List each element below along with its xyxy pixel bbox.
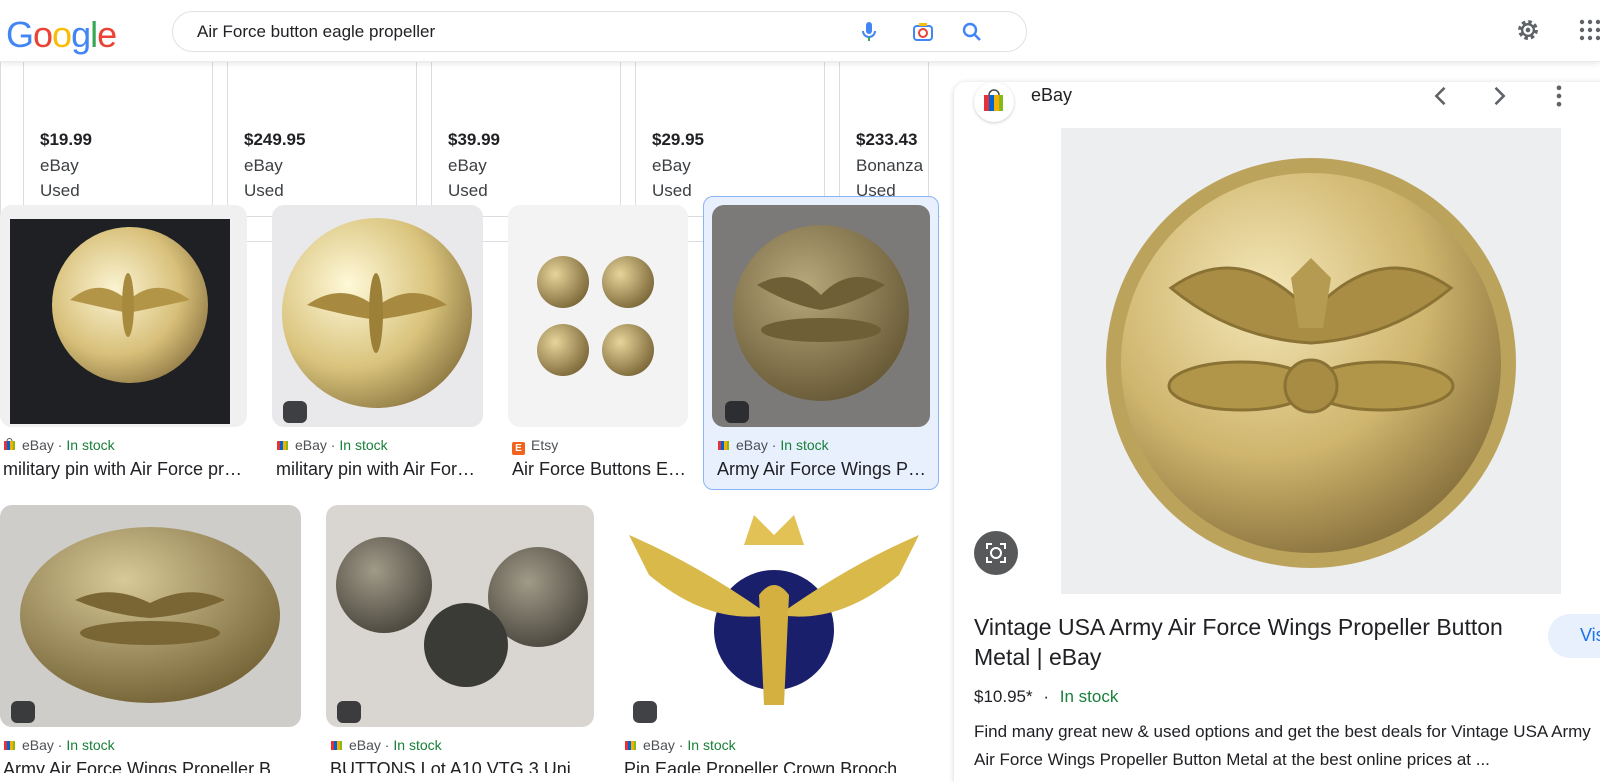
- price-card[interactable]: $29.95 eBay Used: [635, 62, 825, 217]
- stock-status: In stock: [687, 737, 736, 753]
- condition: Used: [40, 181, 80, 200]
- chevron-left-icon[interactable]: [1427, 82, 1455, 110]
- separator: ·: [674, 737, 688, 753]
- ebay-favicon-icon: [717, 438, 730, 451]
- separator: ·: [380, 737, 394, 753]
- result-image[interactable]: [508, 205, 688, 427]
- result-image[interactable]: [0, 205, 247, 427]
- product-tag-icon: [725, 401, 749, 423]
- result-image[interactable]: [326, 505, 594, 727]
- result-image[interactable]: [0, 505, 301, 727]
- result-title[interactable]: Air Force Buttons E…: [512, 459, 687, 480]
- price: $19.99: [40, 130, 92, 149]
- product-tag-icon: [11, 701, 35, 723]
- result-title[interactable]: military pin with Air For…: [276, 459, 481, 480]
- image-results: $19.99 eBay Used $249.95 eBay Used $39.9…: [0, 62, 940, 773]
- stock-status: In stock: [66, 737, 115, 753]
- result-title[interactable]: Army Air Force Wings Propeller But…: [3, 759, 298, 773]
- stock-status: In stock: [393, 737, 442, 753]
- store: eBay: [40, 156, 79, 175]
- source-name: eBay: [349, 737, 381, 753]
- google-apps-icon[interactable]: [1578, 18, 1600, 42]
- separator: ·: [1038, 687, 1054, 706]
- google-logo[interactable]: Google: [6, 14, 117, 56]
- separator: ·: [53, 437, 67, 453]
- separator: ·: [767, 437, 781, 453]
- result-source: eBay · In stock: [276, 437, 388, 453]
- ebay-favicon-icon: [276, 438, 289, 451]
- condition: Used: [448, 181, 488, 200]
- product-tag-icon: [337, 701, 361, 723]
- ebay-favicon-icon: [330, 738, 343, 751]
- price-card[interactable]: $39.99 eBay Used: [431, 62, 621, 217]
- price-card[interactable]: $19.99 eBay Used: [23, 62, 213, 217]
- result-title[interactable]: BUTTONS Lot A10 VTG 3 Unifo…: [330, 759, 592, 773]
- search-box[interactable]: [172, 11, 1027, 52]
- source-name: eBay: [643, 737, 675, 753]
- source-name: eBay: [295, 437, 327, 453]
- result-source: eBay · In stock: [330, 737, 442, 753]
- chevron-right-icon[interactable]: [1485, 82, 1513, 110]
- price: $233.43: [856, 130, 918, 149]
- preview-panel: eBay Vintage USA Army Air Force Wings Pr…: [954, 82, 1600, 782]
- ebay-favicon-icon: [974, 82, 1014, 122]
- more-options-icon[interactable]: [1545, 82, 1573, 110]
- store: eBay: [652, 156, 691, 175]
- preview-price: $10.95*: [974, 687, 1033, 706]
- price-card[interactable]: $249.95 eBay Used: [227, 62, 417, 217]
- preview-stock: In stock: [1059, 687, 1119, 706]
- result-title[interactable]: Pin Eagle Propeller Crown Brooch Ba…: [624, 759, 929, 773]
- condition: Used: [244, 181, 284, 200]
- store: Bonanza: [856, 156, 924, 175]
- price: $29.95: [652, 130, 704, 149]
- product-tag-icon: [633, 701, 657, 723]
- result-title[interactable]: military pin with Air Force pr…: [3, 459, 243, 480]
- ebay-favicon-icon: [624, 738, 637, 751]
- product-tag-icon: [283, 401, 307, 423]
- condition: Used: [652, 181, 692, 200]
- separator: ·: [53, 737, 67, 753]
- price: $39.99: [448, 130, 500, 149]
- price-card[interactable]: $233.43 Bonanza Used: [839, 62, 940, 217]
- result-image[interactable]: [712, 205, 930, 427]
- source-name: eBay: [22, 737, 54, 753]
- stock-status: In stock: [66, 437, 115, 453]
- lens-search-icon[interactable]: [974, 531, 1018, 575]
- result-source: eBay · In stock: [3, 737, 115, 753]
- etsy-favicon-icon: E: [512, 442, 525, 455]
- search-input[interactable]: [197, 12, 837, 51]
- stock-status: In stock: [339, 437, 388, 453]
- price: $249.95: [244, 130, 306, 149]
- store: eBay: [244, 156, 283, 175]
- settings-gear-icon[interactable]: [1514, 16, 1542, 44]
- store: eBay: [448, 156, 487, 175]
- camera-search-icon[interactable]: [910, 20, 936, 44]
- preview-price-line: $10.95* · In stock: [974, 687, 1118, 707]
- product-tag-icon: [11, 401, 35, 423]
- result-source: eBay · In stock: [717, 437, 829, 453]
- source-name: eBay: [736, 437, 768, 453]
- preview-source[interactable]: eBay: [1031, 85, 1072, 106]
- search-icon[interactable]: [959, 20, 985, 44]
- ebay-favicon-icon: [3, 438, 16, 451]
- result-title[interactable]: Army Air Force Wings Pr…: [717, 459, 927, 480]
- result-image[interactable]: [619, 505, 930, 727]
- result-image[interactable]: [272, 205, 483, 427]
- ebay-favicon-icon: [3, 738, 16, 751]
- visit-button[interactable]: Vis: [1548, 614, 1600, 658]
- result-source: eBay · In stock: [3, 437, 115, 453]
- preview-description: Find many great new & used options and g…: [974, 722, 1591, 769]
- separator: ·: [326, 437, 340, 453]
- preview-title[interactable]: Vintage USA Army Air Force Wings Propell…: [974, 612, 1514, 672]
- microphone-icon[interactable]: [856, 20, 882, 44]
- result-source: E Etsy: [512, 437, 558, 455]
- source-name: eBay: [22, 437, 54, 453]
- preview-image[interactable]: [1061, 128, 1561, 594]
- top-bar: Google: [0, 0, 1600, 62]
- result-source: eBay · In stock: [624, 737, 736, 753]
- source-name: Etsy: [531, 437, 559, 453]
- stock-status: In stock: [780, 437, 829, 453]
